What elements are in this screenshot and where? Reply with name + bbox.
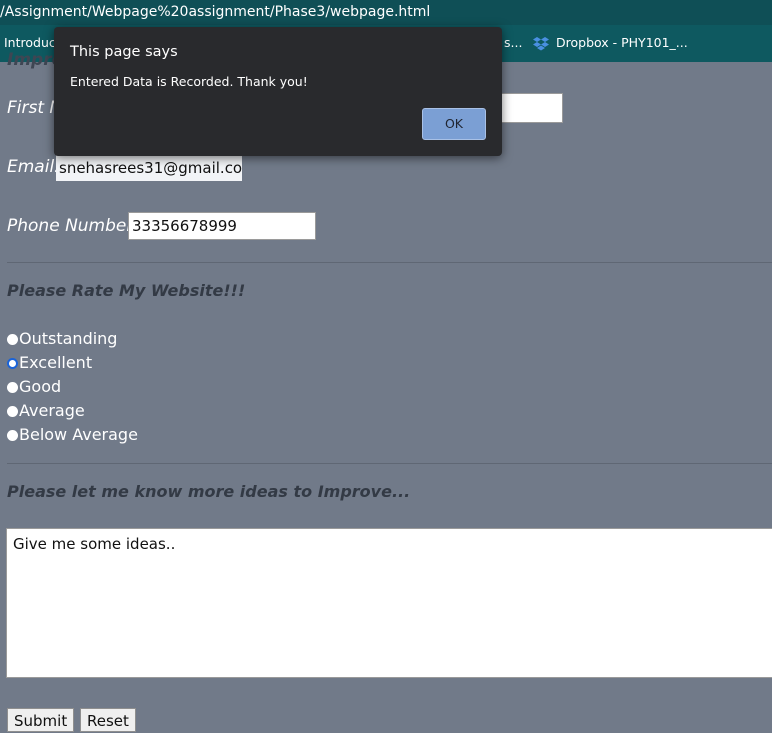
address-bar[interactable]: /Assignment/Webpage%20assignment/Phase3/… (0, 0, 772, 25)
radio-button[interactable] (7, 430, 18, 441)
bookmark-truncated[interactable]: s... (504, 35, 522, 50)
email-input[interactable]: snehasrees31@gmail.co (56, 155, 242, 181)
ideas-title: Please let me know more ideas to Improve… (7, 482, 411, 501)
radio-button-selected[interactable] (7, 358, 18, 369)
divider (7, 463, 772, 464)
ideas-textarea[interactable]: Give me some ideas.. (6, 528, 772, 678)
radio-button[interactable] (7, 334, 18, 345)
radio-label: Excellent (19, 353, 93, 372)
phone-label: Phone Number: (7, 216, 140, 236)
bookmark-introduct[interactable]: Introduct (4, 35, 61, 50)
dialog-title: This page says (70, 44, 178, 60)
submit-button[interactable]: Submit (7, 708, 75, 732)
radio-label: Outstanding (19, 329, 118, 348)
radio-label: Average (19, 401, 85, 420)
alert-dialog: This page says Entered Data is Recorded.… (54, 27, 502, 156)
first-name-input[interactable] (498, 93, 563, 123)
radio-button[interactable] (7, 406, 18, 417)
ok-button[interactable]: OK (422, 108, 486, 140)
dropbox-icon (533, 37, 549, 51)
radio-label: Below Average (19, 425, 138, 444)
radio-label: Good (19, 377, 62, 396)
divider (7, 262, 772, 263)
reset-button[interactable]: Reset (80, 708, 136, 732)
rate-title: Please Rate My Website!!! (7, 281, 246, 300)
email-label: Email: (7, 157, 60, 177)
dialog-message: Entered Data is Recorded. Thank you! (70, 74, 308, 89)
radio-button[interactable] (7, 382, 18, 393)
bookmark-dropbox[interactable]: Dropbox - PHY101_... (556, 35, 688, 50)
phone-input[interactable]: 33356678999 (128, 212, 316, 240)
url-text: /Assignment/Webpage%20assignment/Phase3/… (0, 4, 431, 20)
